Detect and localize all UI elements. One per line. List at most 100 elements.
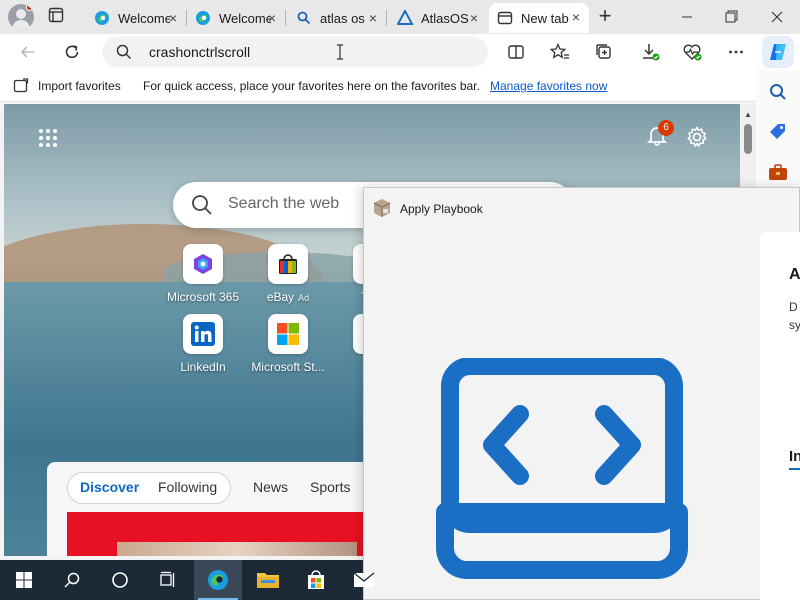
new-tab-icon	[497, 10, 513, 26]
taskbar-store-button[interactable]	[292, 560, 340, 600]
tab-actions-icon[interactable]	[48, 7, 70, 27]
tab-title: New tab	[521, 10, 569, 26]
dialog-subheading: In	[789, 448, 800, 465]
start-button[interactable]	[0, 560, 48, 600]
minimize-button[interactable]	[674, 6, 700, 28]
app-launcher-icon[interactable]	[38, 128, 58, 148]
import-favorites-button[interactable]: Import favorites	[38, 79, 121, 93]
quick-link-linkedin[interactable]: LinkedIn	[158, 314, 248, 374]
shopping-tag-icon[interactable]	[766, 120, 790, 144]
feed-card-image	[117, 542, 357, 556]
back-button[interactable]	[16, 40, 40, 64]
task-view-button[interactable]	[144, 560, 192, 600]
navigation-bar: crashonctrlscroll	[0, 34, 800, 70]
search-icon	[116, 44, 132, 65]
tab-title: Welcome	[118, 10, 170, 26]
cortana-button[interactable]	[96, 560, 144, 600]
feed-card[interactable]	[67, 512, 387, 556]
downloads-button[interactable]	[638, 40, 662, 64]
browser-essentials-button[interactable]	[680, 40, 704, 64]
subheading-underline	[789, 468, 800, 470]
quick-link-label: Microsoft 365	[166, 290, 240, 304]
quick-link-microsoft-store[interactable]: Microsoft St...	[243, 314, 333, 374]
search-icon	[191, 194, 213, 221]
quick-link-label: LinkedIn	[180, 360, 226, 374]
manage-favorites-link[interactable]: Manage favorites now	[490, 79, 607, 93]
playbook-package-icon	[372, 198, 392, 218]
dialog-description-line-2: sy	[789, 318, 800, 332]
edge-icon	[208, 570, 228, 590]
tab-discover[interactable]: Discover	[80, 479, 139, 495]
scroll-up-arrow-icon[interactable]: ▲	[744, 110, 752, 119]
quick-link-ebay[interactable]: eBay Ad	[243, 244, 333, 304]
scrollbar-thumb[interactable]	[744, 124, 752, 154]
store-bag-icon	[308, 570, 324, 589]
taskbar-mail-button[interactable]	[340, 560, 388, 600]
new-tab-button[interactable]: +	[594, 5, 616, 28]
dialog-description: D	[789, 300, 798, 314]
microsoft-store-icon	[268, 314, 308, 354]
search-icon	[296, 10, 312, 26]
laptop-code-icon	[436, 357, 688, 580]
close-window-button[interactable]	[764, 6, 790, 28]
windows-logo-icon	[16, 572, 32, 588]
taskbar-file-explorer-button[interactable]	[244, 560, 292, 600]
dialog-content-panel	[760, 232, 800, 600]
sidebar-search-icon[interactable]	[766, 80, 790, 104]
quick-link-label: eBay Ad	[243, 290, 333, 304]
task-view-icon	[160, 571, 175, 587]
favorites-button[interactable]	[548, 40, 572, 64]
atlas-icon	[397, 10, 413, 26]
mail-icon	[353, 572, 375, 587]
taskbar-edge-button[interactable]	[194, 560, 242, 600]
import-favorites-icon[interactable]	[13, 78, 29, 97]
ebay-icon	[268, 244, 308, 284]
tab-new-tab[interactable]: New tab ×	[489, 3, 589, 33]
tab-sports[interactable]: Sports	[310, 479, 350, 495]
tab-following[interactable]: Following	[158, 479, 217, 495]
tab-news[interactable]: News	[253, 479, 288, 495]
ad-tag: Ad	[298, 293, 310, 303]
address-text: crashonctrlscroll	[149, 44, 251, 60]
close-tab-icon[interactable]: ×	[265, 11, 279, 25]
taskbar-search-button[interactable]	[48, 560, 96, 600]
restore-button[interactable]	[718, 6, 744, 28]
close-tab-icon[interactable]: ×	[467, 11, 481, 25]
copilot-button[interactable]	[762, 36, 794, 68]
tab-strip: Welcome × Welcome × atlas os × AtlasOS ×…	[0, 0, 800, 34]
quick-link-text: eBay	[266, 290, 295, 304]
tab-atlasos[interactable]: AtlasOS ×	[389, 4, 487, 32]
tab-welcome-2[interactable]: Welcome ×	[187, 4, 285, 32]
microsoft-365-icon	[183, 244, 223, 284]
window-title: Apply Playbook	[400, 202, 483, 216]
cortana-circle-icon	[112, 572, 128, 588]
search-icon	[64, 572, 80, 588]
notification-badge: 6	[658, 120, 674, 136]
tools-briefcase-icon[interactable]	[766, 160, 790, 184]
tab-welcome-1[interactable]: Welcome ×	[86, 4, 186, 32]
notifications-button[interactable]: 6	[646, 120, 674, 148]
tab-title: AtlasOS	[421, 10, 469, 26]
profile-avatar[interactable]	[8, 4, 34, 30]
quick-link-microsoft-365[interactable]: Microsoft 365	[158, 244, 248, 304]
search-placeholder: Search the web	[228, 195, 340, 212]
more-options-button[interactable]	[724, 40, 748, 64]
collections-button[interactable]	[592, 40, 616, 64]
edge-icon	[195, 10, 211, 26]
address-bar[interactable]: crashonctrlscroll	[102, 37, 488, 67]
text-cursor-icon	[336, 44, 344, 60]
apply-playbook-window: Apply Playbook A D sy In	[363, 187, 800, 600]
favorites-bar: Import favorites For quick access, place…	[0, 70, 800, 102]
tab-title: atlas os	[320, 10, 365, 26]
split-screen-button[interactable]	[504, 40, 528, 64]
tab-atlas-search[interactable]: atlas os ×	[288, 4, 386, 32]
close-tab-icon[interactable]: ×	[366, 11, 380, 25]
taskbar	[0, 560, 375, 600]
page-settings-gear-icon[interactable]	[686, 126, 708, 148]
close-tab-icon[interactable]: ×	[166, 11, 180, 25]
close-tab-icon[interactable]: ×	[569, 10, 583, 24]
quick-link-label: Microsoft St...	[251, 360, 325, 374]
edge-icon	[94, 10, 110, 26]
dialog-heading: A	[789, 266, 800, 283]
refresh-button[interactable]	[60, 40, 84, 64]
